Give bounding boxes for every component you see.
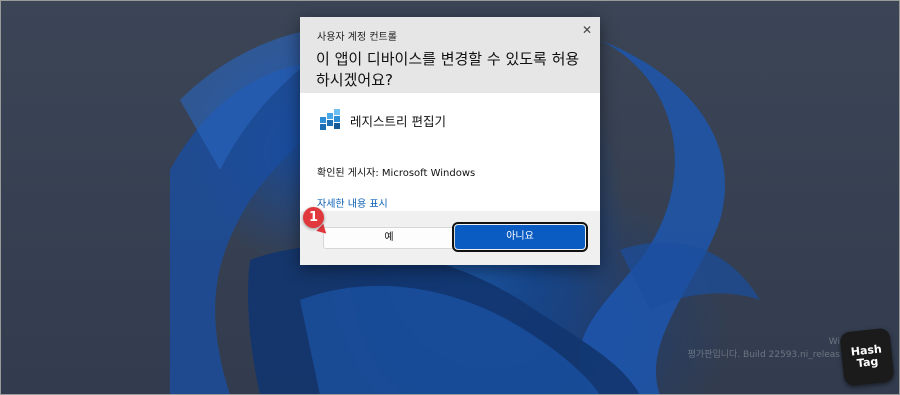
watermark-line-1: Wi: [828, 337, 840, 347]
publisher-text: 확인된 게시자: Microsoft Windows: [317, 168, 476, 179]
dialog-caption: 사용자 계정 컨트롤: [317, 32, 397, 43]
dialog-question: 이 앱이 디바이스를 변경할 수 있도록 허용하시겠어요?: [316, 50, 580, 89]
dialog-body: 레지스트리 편집기 확인된 게시자: Microsoft Windows 자세한…: [300, 93, 600, 211]
yes-button[interactable]: 예: [323, 227, 455, 249]
logo-line-2: Tag: [856, 354, 879, 371]
dialog-footer: 예 아니요: [300, 211, 600, 265]
windows-watermark: Wi 평가판입니다. Build 22593.ni_releas: [620, 336, 840, 362]
watermark-line-2: 평가판입니다. Build 22593.ni_releas: [687, 350, 840, 360]
show-details-link[interactable]: 자세한 내용 표시: [317, 195, 388, 210]
close-icon[interactable]: ✕: [578, 21, 596, 39]
no-button[interactable]: 아니요: [452, 222, 588, 252]
registry-editor-icon: [320, 109, 340, 130]
hashtag-logo: Hash Tag: [839, 327, 895, 387]
dialog-header: 사용자 계정 컨트롤 ✕ 이 앱이 디바이스를 변경할 수 있도록 허용하시겠어…: [300, 17, 600, 93]
uac-dialog: 사용자 계정 컨트롤 ✕ 이 앱이 디바이스를 변경할 수 있도록 허용하시겠어…: [300, 17, 600, 265]
step-badge: 1: [303, 207, 324, 228]
app-name: 레지스트리 편집기: [350, 114, 446, 129]
